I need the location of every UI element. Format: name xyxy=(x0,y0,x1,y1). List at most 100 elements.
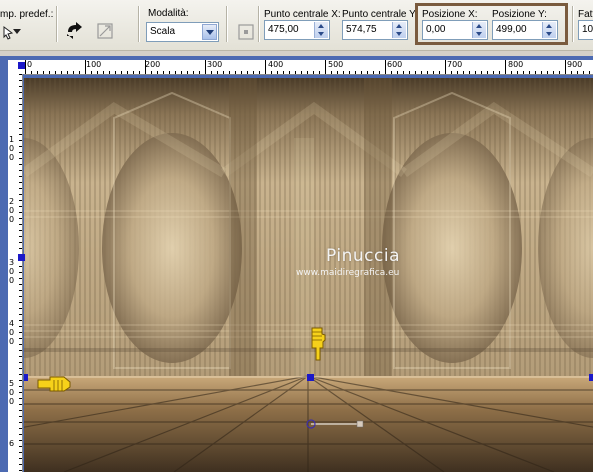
ruler-tick xyxy=(19,326,22,327)
ruler-tick xyxy=(19,446,22,447)
mode-select[interactable]: Scala xyxy=(146,22,219,42)
ruler-tick xyxy=(19,356,22,357)
center-y-label: Punto centrale Y: xyxy=(342,9,418,20)
ruler-tick xyxy=(73,71,74,74)
cut-field[interactable]: 100 xyxy=(578,20,593,40)
ruler-v-400-d1: 4 xyxy=(9,319,15,328)
ruler-tick xyxy=(481,71,482,74)
ruler-tick xyxy=(19,194,22,195)
ruler-tick xyxy=(475,71,476,74)
ruler-tick xyxy=(295,71,296,74)
ruler-label-400: 400 xyxy=(268,60,284,69)
ruler-tick xyxy=(19,176,22,177)
ruler-tick xyxy=(367,71,368,74)
ruler-tick xyxy=(49,71,50,74)
ruler-tick xyxy=(445,60,446,74)
ruler-tick xyxy=(19,104,22,105)
ruler-tick xyxy=(463,71,464,74)
ruler-tick xyxy=(355,71,356,74)
ruler-tick xyxy=(115,71,116,74)
ruler-tick xyxy=(19,122,22,123)
ruler-label-0: 0 xyxy=(27,60,33,69)
ruler-tick xyxy=(19,134,22,135)
ruler-tick xyxy=(433,71,434,74)
ruler-tick xyxy=(265,60,266,74)
reset-icon[interactable] xyxy=(94,20,116,42)
ruler-tick xyxy=(205,60,206,74)
preset-label: mp. predef.: xyxy=(0,9,54,20)
ruler-tick xyxy=(19,200,22,201)
ruler-tick xyxy=(121,71,122,74)
ruler-tick xyxy=(19,236,22,237)
ruler-tick xyxy=(19,422,22,423)
ruler-tick xyxy=(19,128,22,129)
ruler-tick xyxy=(163,71,164,74)
ruler-tick xyxy=(19,314,22,315)
ruler-tick xyxy=(19,362,22,363)
cut-label: Fatt xyxy=(578,9,593,20)
ruler-tick xyxy=(169,71,170,74)
ruler-tick xyxy=(19,380,22,381)
ruler-tick xyxy=(319,71,320,74)
ruler-tick xyxy=(487,71,488,74)
watermark-url: www.maidiregrafica.eu xyxy=(296,268,400,278)
ruler-v-400-d2: 0 xyxy=(9,328,15,337)
ruler-tick xyxy=(559,71,560,74)
center-y-field[interactable]: 574,75 xyxy=(342,20,408,40)
center-icon[interactable] xyxy=(235,21,257,43)
ruler-tick xyxy=(19,98,22,99)
ruler-tick xyxy=(517,71,518,74)
ruler-tick xyxy=(187,71,188,74)
preset-dropdown-icon[interactable] xyxy=(12,22,22,42)
ruler-tick xyxy=(19,146,22,147)
ruler-v-100-d3: 0 xyxy=(9,153,15,162)
frame-handle-top-left[interactable] xyxy=(18,62,25,69)
frame-handle-middle-left[interactable] xyxy=(18,254,25,261)
center-x-field[interactable]: 475,00 xyxy=(264,20,330,40)
pick-handle-center[interactable] xyxy=(307,374,314,381)
ruler-tick xyxy=(439,71,440,74)
ruler-tick xyxy=(577,71,578,74)
ruler-tick xyxy=(427,71,428,74)
ruler-tick xyxy=(583,71,584,74)
ruler-tick xyxy=(19,212,22,213)
ruler-label-900: 900 xyxy=(567,60,583,69)
ruler-tick xyxy=(19,302,22,303)
ruler-v-100-d2: 0 xyxy=(9,144,15,153)
position-highlight-box xyxy=(415,3,568,45)
ruler-tick xyxy=(19,344,22,345)
mode-select-value: Scala xyxy=(150,26,176,37)
watermark-title: Pinuccia xyxy=(326,246,400,266)
ruler-v-600-d1: 6 xyxy=(9,439,15,448)
vertical-ruler[interactable]: 1 0 0 2 0 0 3 0 0 4 0 0 5 0 0 6 xyxy=(8,74,23,472)
horizontal-ruler[interactable]: 0 100 200 300 400 500 600 700 800 900 xyxy=(24,60,593,75)
ruler-tick xyxy=(37,71,38,74)
ruler-label-500: 500 xyxy=(328,60,344,69)
ruler-tick xyxy=(19,332,22,333)
ruler-tick xyxy=(211,71,212,74)
mirror-icon[interactable] xyxy=(64,20,86,42)
ruler-tick xyxy=(457,71,458,74)
ruler-tick xyxy=(229,71,230,74)
ruler-tick xyxy=(19,464,22,465)
center-x-spinner-icon[interactable] xyxy=(314,22,328,38)
pick-handle-left[interactable] xyxy=(24,374,28,381)
ruler-tick xyxy=(19,458,22,459)
ruler-tick xyxy=(379,71,380,74)
ruler-tick xyxy=(19,206,22,207)
ruler-tick xyxy=(409,71,410,74)
center-x-label: Punto centrale X: xyxy=(264,9,341,20)
pick-handle-right[interactable] xyxy=(589,374,593,381)
ruler-tick xyxy=(19,392,22,393)
ruler-v-200-d1: 2 xyxy=(9,197,15,206)
pointing-hand-right-icon xyxy=(36,374,72,397)
ruler-tick xyxy=(19,320,22,321)
ruler-tick xyxy=(31,71,32,74)
ruler-tick xyxy=(529,71,530,74)
ruler-tick xyxy=(133,71,134,74)
chevron-down-icon[interactable] xyxy=(202,24,217,40)
ruler-tick xyxy=(301,71,302,74)
center-y-spinner-icon[interactable] xyxy=(392,22,406,38)
ruler-tick xyxy=(19,404,22,405)
ruler-v-500-d2: 0 xyxy=(9,388,15,397)
